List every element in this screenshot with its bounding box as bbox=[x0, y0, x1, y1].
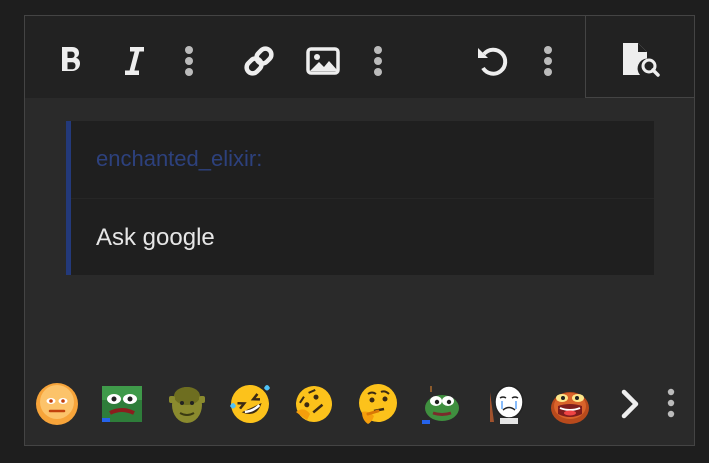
more-vertical-icon bbox=[661, 382, 681, 426]
angry-frog-emoji[interactable] bbox=[548, 382, 592, 426]
emoji-bar bbox=[25, 374, 694, 434]
italic-icon bbox=[122, 45, 146, 77]
neutral-face-emoji[interactable] bbox=[35, 382, 79, 426]
thinking-face-emoji[interactable] bbox=[356, 382, 400, 426]
thinking-tilted-emoji[interactable] bbox=[292, 382, 336, 426]
more-vertical-icon bbox=[373, 45, 383, 77]
more-format-button[interactable] bbox=[177, 40, 201, 82]
image-button[interactable] bbox=[301, 40, 345, 82]
more-options-button[interactable] bbox=[536, 40, 560, 82]
italic-button[interactable] bbox=[117, 40, 151, 82]
more-insert-button[interactable] bbox=[366, 40, 390, 82]
editor-toolbar bbox=[25, 16, 585, 98]
emoji-more-button[interactable] bbox=[661, 382, 681, 426]
preview-button[interactable] bbox=[616, 38, 664, 80]
more-vertical-icon bbox=[184, 45, 194, 77]
undo-icon bbox=[475, 44, 509, 78]
sad-frog-emoji[interactable] bbox=[100, 382, 144, 426]
quoted-reply: enchanted_elixir: Ask google bbox=[66, 121, 654, 275]
pepe-frog-emoji[interactable] bbox=[420, 382, 464, 426]
crying-meme-emoji[interactable] bbox=[484, 382, 528, 426]
chevron-right-icon bbox=[615, 382, 645, 426]
bold-icon bbox=[58, 45, 84, 77]
quote-divider bbox=[71, 198, 654, 199]
file-search-icon bbox=[620, 41, 660, 77]
rolling-laughing-emoji[interactable] bbox=[228, 382, 272, 426]
bold-button[interactable] bbox=[53, 40, 89, 82]
undo-button[interactable] bbox=[471, 40, 513, 82]
reply-editor: enchanted_elixir: Ask google bbox=[24, 15, 695, 446]
link-button[interactable] bbox=[237, 40, 281, 82]
image-icon bbox=[306, 47, 340, 75]
more-vertical-icon bbox=[543, 45, 553, 77]
link-icon bbox=[242, 44, 276, 78]
ogre-face-emoji[interactable] bbox=[165, 382, 209, 426]
quote-author[interactable]: enchanted_elixir: bbox=[96, 146, 262, 172]
next-emoji-button[interactable] bbox=[615, 382, 645, 426]
quote-text[interactable]: Ask google bbox=[96, 224, 215, 252]
preview-toggle[interactable] bbox=[585, 16, 694, 98]
